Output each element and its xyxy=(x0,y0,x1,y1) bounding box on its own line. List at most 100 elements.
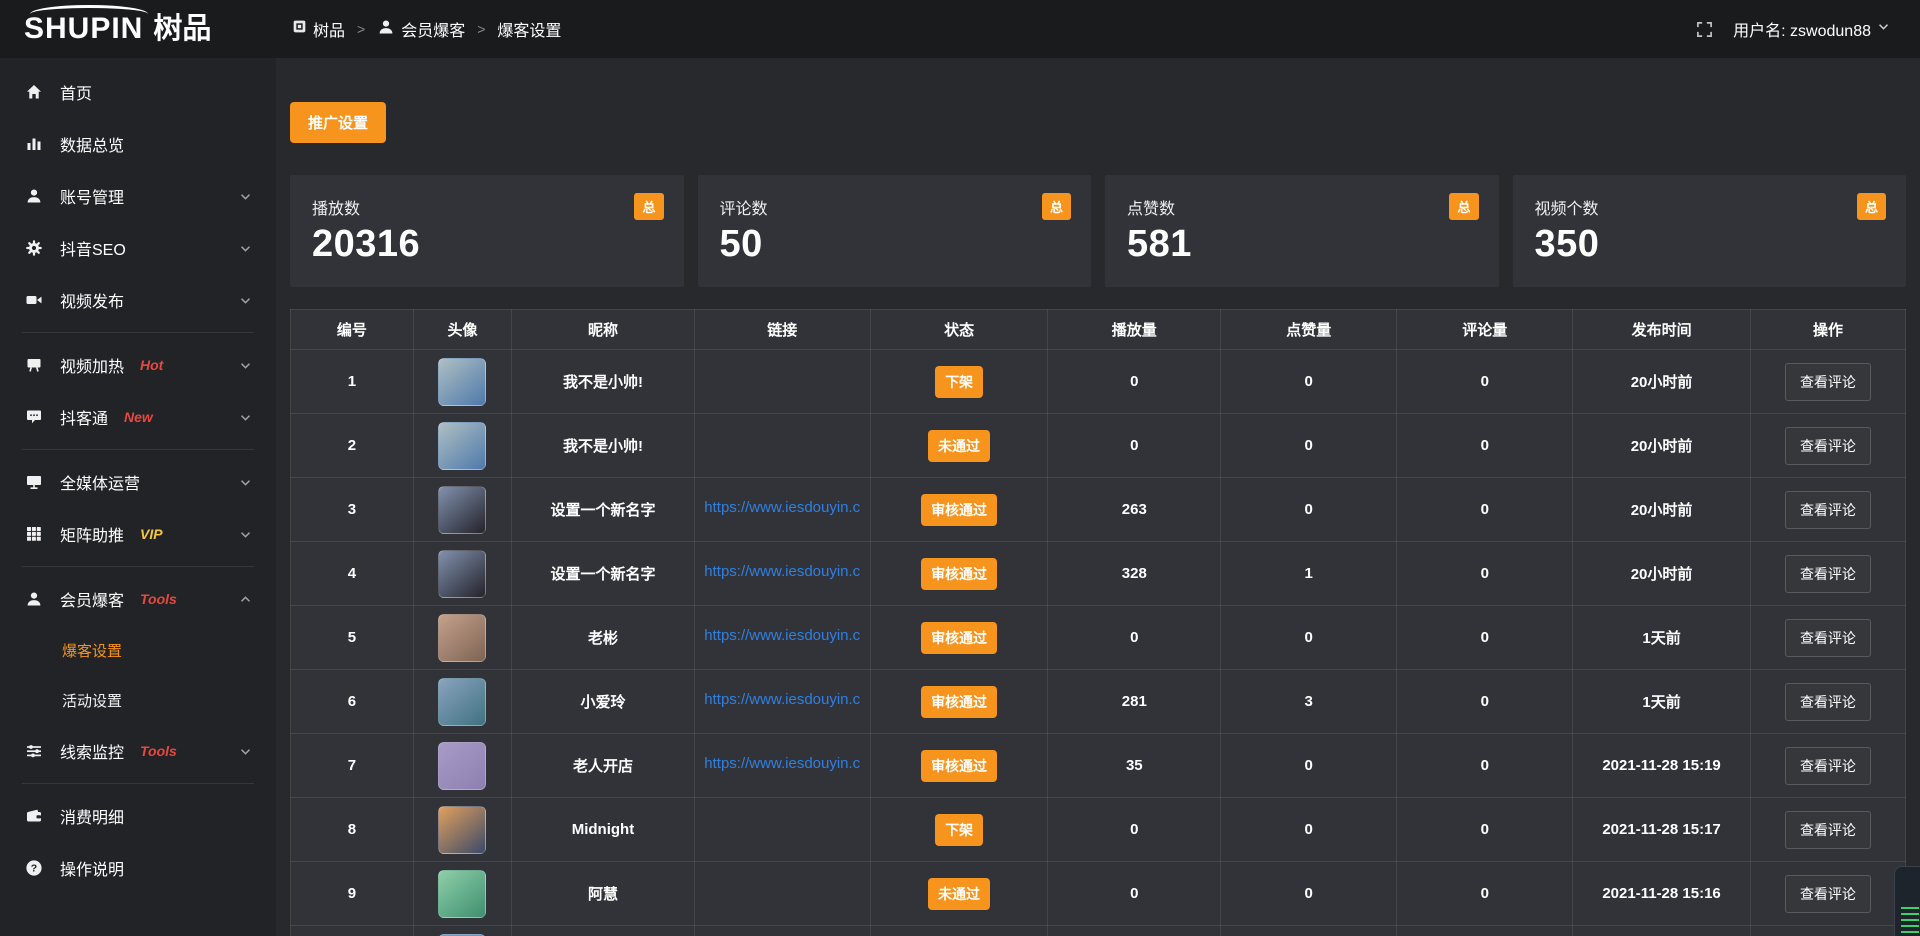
video-link[interactable]: https://www.iesdouyin.c xyxy=(704,755,860,772)
heat-icon xyxy=(24,356,44,374)
view-comments-button[interactable]: 查看评论 xyxy=(1785,619,1871,657)
sidebar-divider xyxy=(22,449,254,450)
status-badge[interactable]: 未通过 xyxy=(928,878,990,910)
status-badge[interactable]: 审核通过 xyxy=(921,750,997,782)
status-cell: 未通过 xyxy=(870,414,1048,478)
plays-cell: 0 xyxy=(1048,798,1221,862)
sidebar-subitem-爆客设置[interactable]: 爆客设置 xyxy=(0,625,276,675)
status-badge[interactable]: 下架 xyxy=(935,814,983,846)
action-cell: 查看评论 xyxy=(1750,606,1905,670)
app-logo: SHUPIN 树品 xyxy=(0,0,276,58)
view-comments-button[interactable]: 查看评论 xyxy=(1785,427,1871,465)
videos-table: 编号头像昵称链接状态播放量点赞量评论量发布时间操作 1我不是小帅!下架00020… xyxy=(290,309,1906,936)
publish-time-cell: 2021-11-28 15:16 xyxy=(1573,862,1751,926)
fullscreen-icon[interactable] xyxy=(1696,21,1713,38)
promo-settings-button[interactable]: 推广设置 xyxy=(290,102,386,143)
video-link[interactable]: https://www.iesdouyin.c xyxy=(704,499,860,516)
table-row: 7老人开店https://www.iesdouyin.c审核通过35002021… xyxy=(291,734,1906,798)
chevron-down-icon xyxy=(239,528,252,541)
avatar-cell xyxy=(413,926,512,936)
avatar-cell xyxy=(413,478,512,542)
status-badge[interactable]: 审核通过 xyxy=(921,558,997,590)
nickname-cell: 老人开店 xyxy=(512,734,694,798)
sidebar-item-视频加热[interactable]: 视频加热Hot xyxy=(0,339,276,391)
view-comments-button[interactable]: 查看评论 xyxy=(1785,555,1871,593)
likes-cell: 3 xyxy=(1221,670,1397,734)
breadcrumb-separator: > xyxy=(477,21,485,37)
column-header: 评论量 xyxy=(1397,310,1573,350)
stat-card-likes: 点赞数 581 总 xyxy=(1105,175,1499,287)
view-comments-button[interactable]: 查看评论 xyxy=(1785,363,1871,401)
sidebar-item-会员爆客[interactable]: 会员爆客Tools xyxy=(0,573,276,625)
comments-cell: 0 xyxy=(1397,478,1573,542)
chevron-down-icon xyxy=(1877,20,1890,38)
row-number: 7 xyxy=(291,734,414,798)
action-cell: 查看评论 xyxy=(1750,862,1905,926)
sidebar-item-账号管理[interactable]: 账号管理 xyxy=(0,170,276,222)
video-link[interactable]: https://www.iesdouyin.c xyxy=(704,563,860,580)
user-icon xyxy=(377,18,395,41)
sidebar-item-视频发布[interactable]: 视频发布 xyxy=(0,274,276,326)
view-comments-button[interactable]: 查看评论 xyxy=(1785,683,1871,721)
status-badge[interactable]: 审核通过 xyxy=(921,622,997,654)
sidebar-item-数据总览[interactable]: 数据总览 xyxy=(0,118,276,170)
comments-cell: 0 xyxy=(1397,734,1573,798)
status-cell: 未通过 xyxy=(870,862,1048,926)
home-icon xyxy=(24,83,44,101)
sidebar-item-抖客通[interactable]: 抖客通New xyxy=(0,391,276,443)
sidebar-item-抖音SEO[interactable]: 抖音SEO xyxy=(0,222,276,274)
floating-widget[interactable] xyxy=(1894,866,1920,936)
monitor-icon xyxy=(24,473,44,491)
action-cell: 查看评论 xyxy=(1750,542,1905,606)
action-cell: 查看评论 xyxy=(1750,414,1905,478)
empty-cell xyxy=(694,926,870,936)
plays-cell: 35 xyxy=(1048,734,1221,798)
status-badge[interactable]: 审核通过 xyxy=(921,494,997,526)
row-number: 8 xyxy=(291,798,414,862)
plays-cell: 0 xyxy=(1048,414,1221,478)
avatar xyxy=(438,742,486,790)
table-row: 3设置一个新名字https://www.iesdouyin.c审核通过26300… xyxy=(291,478,1906,542)
sidebar-item-全媒体运营[interactable]: 全媒体运营 xyxy=(0,456,276,508)
sidebar-badge: New xyxy=(124,409,153,425)
sidebar-divider xyxy=(22,566,254,567)
view-comments-button[interactable]: 查看评论 xyxy=(1785,811,1871,849)
breadcrumb-item-member[interactable]: 会员爆客 xyxy=(377,17,465,41)
column-header: 状态 xyxy=(870,310,1048,350)
column-header: 链接 xyxy=(694,310,870,350)
sidebar-item-矩阵助推[interactable]: 矩阵助推VIP xyxy=(0,508,276,560)
table-row: 2我不是小帅!未通过00020小时前查看评论 xyxy=(291,414,1906,478)
breadcrumb-item-home[interactable]: 树品 xyxy=(292,17,345,41)
stat-label: 视频个数 xyxy=(1535,195,1885,219)
video-link[interactable]: https://www.iesdouyin.c xyxy=(704,627,860,644)
status-badge[interactable]: 下架 xyxy=(935,366,983,398)
view-comments-button[interactable]: 查看评论 xyxy=(1785,875,1871,913)
action-cell: 查看评论 xyxy=(1750,798,1905,862)
sidebar-item-首页[interactable]: 首页 xyxy=(0,66,276,118)
user-menu[interactable]: 用户名: zswodun88 xyxy=(1733,17,1890,41)
sidebar-item-消费明细[interactable]: 消费明细 xyxy=(0,790,276,842)
table-row: 8Midnight下架0002021-11-28 15:17查看评论 xyxy=(291,798,1906,862)
avatar xyxy=(438,486,486,534)
sidebar-divider xyxy=(22,783,254,784)
view-comments-button[interactable]: 查看评论 xyxy=(1785,491,1871,529)
sidebar-item-label: 视频发布 xyxy=(60,288,124,312)
table-row: 4设置一个新名字https://www.iesdouyin.c审核通过32810… xyxy=(291,542,1906,606)
view-comments-button[interactable]: 查看评论 xyxy=(1785,747,1871,785)
sidebar-item-线索监控[interactable]: 线索监控Tools xyxy=(0,725,276,777)
status-badge[interactable]: 审核通过 xyxy=(921,686,997,718)
plays-cell: 281 xyxy=(1048,670,1221,734)
action-cell: 查看评论 xyxy=(1750,734,1905,798)
sidebar-item-操作说明[interactable]: ?操作说明 xyxy=(0,842,276,894)
status-badge[interactable]: 未通过 xyxy=(928,430,990,462)
publish-time-cell: 1天前 xyxy=(1573,606,1751,670)
publish-time-cell: 20小时前 xyxy=(1573,542,1751,606)
main-content: 推广设置 播放数 20316 总 评论数 50 总 点赞数 581 总 视频个数… xyxy=(276,58,1920,936)
sidebar-subitem-活动设置[interactable]: 活动设置 xyxy=(0,675,276,725)
stat-value: 581 xyxy=(1127,223,1477,266)
link-cell xyxy=(694,350,870,414)
avatar xyxy=(438,870,486,918)
sidebar-badge: VIP xyxy=(140,526,163,542)
chart-icon xyxy=(24,135,44,153)
video-link[interactable]: https://www.iesdouyin.c xyxy=(704,691,860,708)
